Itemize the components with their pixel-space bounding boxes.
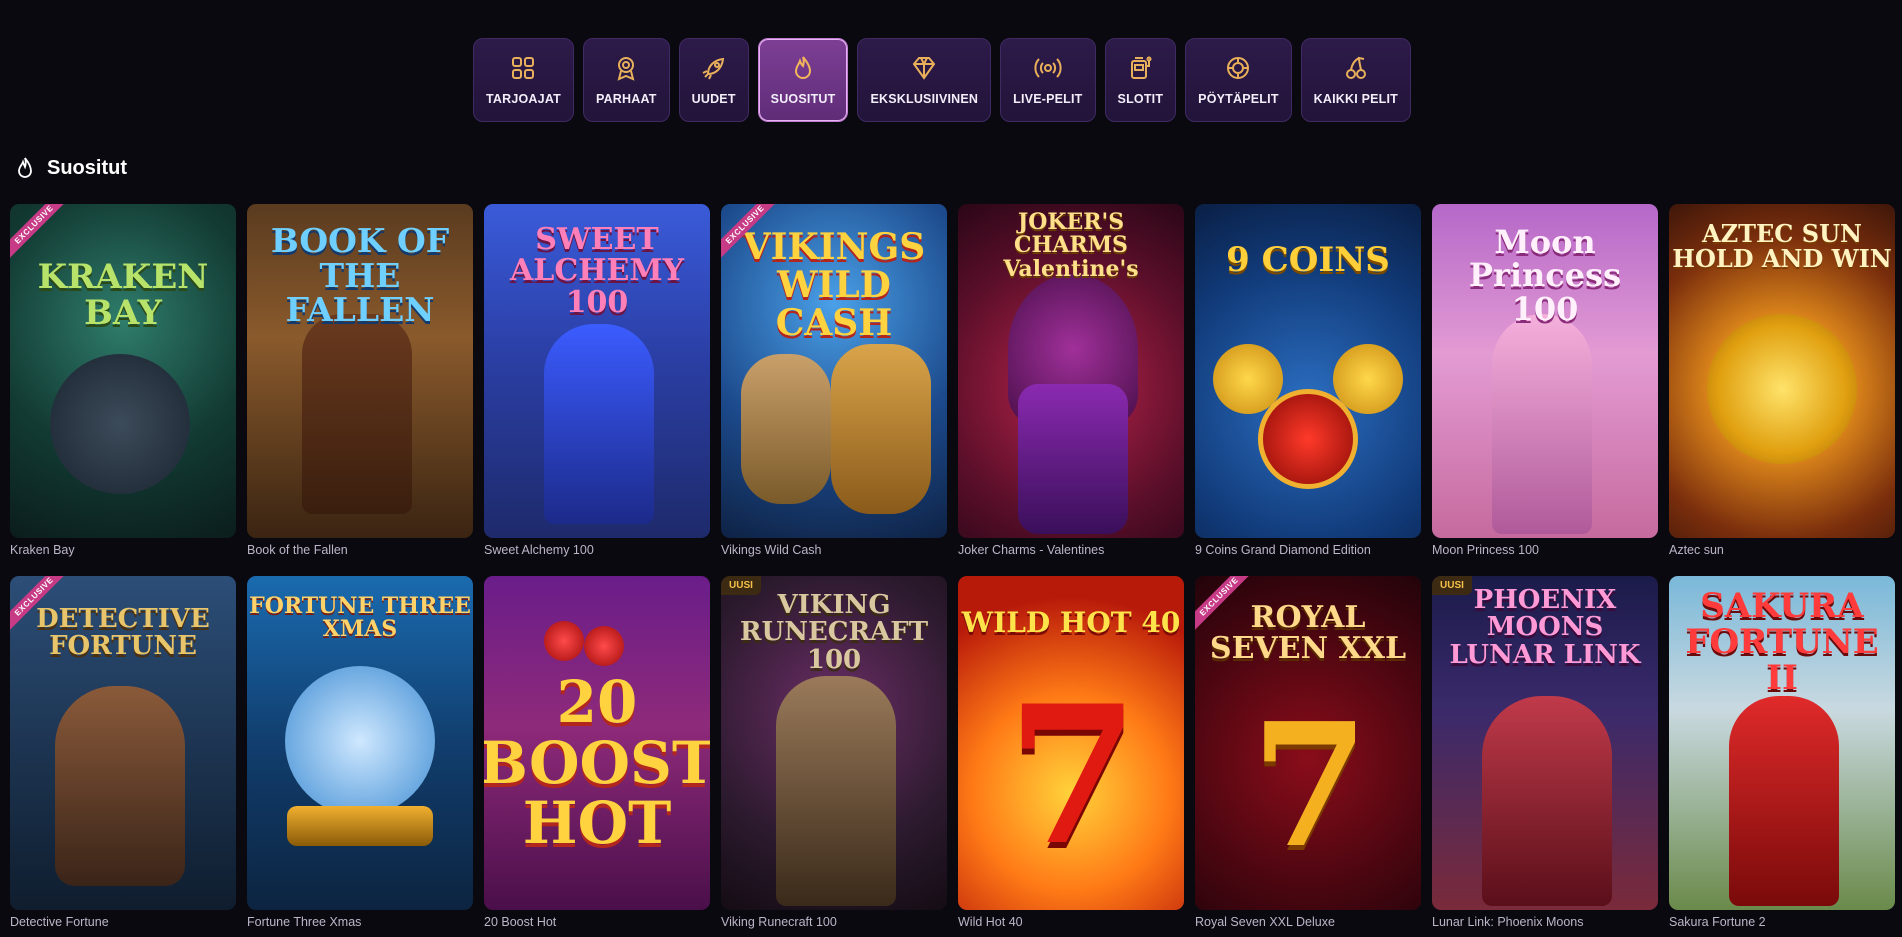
cherries-icon [1345, 56, 1366, 79]
tab-label: PÖYTÄPELIT [1198, 92, 1279, 106]
game-name: Joker Charms - Valentines [958, 543, 1105, 557]
tab-slotit[interactable]: SLOTIT [1104, 38, 1177, 122]
game-thumbnail[interactable]: VIKINGS WILD CASH EXCLUSIVE [721, 204, 947, 538]
tab-label: PARHAAT [595, 92, 657, 106]
section-header: Suositut [14, 156, 127, 180]
game-art-title: FORTUNE THREE XMAS [249, 592, 471, 642]
game-art-title: KRAKEN BAY [37, 257, 209, 333]
game-thumbnail[interactable]: Moon Princess 100 [1432, 204, 1658, 538]
game-art-title: Moon Princess 100 [1468, 222, 1622, 328]
section-title: Suositut [47, 156, 127, 179]
game-art-title: DETECTIVE FORTUNE [36, 603, 210, 661]
tab-label: EKSKLUSIIVINEN [870, 92, 979, 106]
game-art-title: PHOENIX MOONS LUNAR LINK [1449, 585, 1641, 670]
game-name: Wild Hot 40 [958, 915, 1023, 929]
award-icon [617, 57, 635, 81]
game-card[interactable]: ROYAL SEVEN XXL 7 EXCLUSIVE Royal Seven … [1195, 576, 1421, 929]
broadcast-icon [1034, 58, 1062, 78]
game-thumbnail[interactable]: FORTUNE THREE XMAS [247, 576, 473, 910]
game-card[interactable]: PHOENIX MOONS LUNAR LINK UUSI Lunar Link… [1432, 576, 1658, 929]
game-thumbnail[interactable]: SWEET ALCHEMY 100 [484, 204, 710, 538]
rocket-icon [702, 57, 724, 80]
seven-symbol: 7 [1250, 686, 1370, 886]
game-card[interactable]: VIKING RUNECRAFT 100 UUSI Viking Runecra… [721, 576, 947, 929]
flame-icon [795, 56, 812, 79]
game-name: Royal Seven XXL Deluxe [1195, 915, 1335, 929]
game-card[interactable]: 9 COINS 9 Coins Grand Diamond Edition [1195, 204, 1421, 557]
game-thumbnail[interactable]: AZTEC SUN HOLD AND WIN [1669, 204, 1895, 538]
game-card[interactable]: AZTEC SUN HOLD AND WIN Aztec sun [1669, 204, 1895, 557]
tab-parhaat[interactable]: PARHAAT [582, 38, 670, 122]
tab-eksklusiivinen[interactable]: EKSKLUSIIVINEN [857, 38, 992, 122]
game-thumbnail[interactable]: KRAKEN BAY EXCLUSIVE [10, 204, 236, 538]
game-art-title: AZTEC SUN HOLD AND WIN [1672, 218, 1892, 273]
game-card[interactable]: VIKINGS WILD CASH EXCLUSIVE Vikings Wild… [721, 204, 947, 557]
new-badge: UUSI [721, 576, 761, 595]
game-card[interactable]: SWEET ALCHEMY 100 Sweet Alchemy 100 [484, 204, 710, 557]
game-art-title: 9 COINS [1226, 240, 1390, 281]
game-card[interactable]: BOOK OF THE FALLEN Book of the Fallen [247, 204, 473, 557]
game-art-title: 20 BOOST HOT [484, 667, 710, 858]
game-card[interactable]: KRAKEN BAY EXCLUSIVE Kraken Bay [10, 204, 236, 557]
game-card[interactable]: JOKER'S CHARMS Valentine's Joker Charms … [958, 204, 1184, 557]
game-thumbnail[interactable]: ROYAL SEVEN XXL 7 EXCLUSIVE [1195, 576, 1421, 910]
game-name: Aztec sun [1669, 543, 1724, 557]
game-thumbnail[interactable]: PHOENIX MOONS LUNAR LINK UUSI [1432, 576, 1658, 910]
game-name: Fortune Three Xmas [247, 915, 362, 929]
seven-symbol: 7 [1006, 664, 1140, 887]
game-thumbnail[interactable]: JOKER'S CHARMS Valentine's [958, 204, 1184, 538]
game-card[interactable]: SAKURA FORTUNE II Sakura Fortune 2 [1669, 576, 1895, 929]
grid-icon [512, 57, 535, 79]
game-art-title: VIKINGS WILD CASH [742, 226, 926, 344]
game-name: Moon Princess 100 [1432, 543, 1540, 557]
game-name: Book of the Fallen [247, 543, 348, 557]
tab-label: SUOSITUT [770, 92, 836, 106]
tab-label: SLOTIT [1117, 92, 1164, 106]
game-name: Lunar Link: Phoenix Moons [1432, 915, 1584, 929]
tab-tarjoajat[interactable]: TARJOAJAT [473, 38, 574, 122]
chip-icon [1227, 57, 1250, 79]
tab-label: LIVE-PELIT [1013, 92, 1083, 106]
category-tabs: TARJOAJAT PARHAAT UUDET SUOSITUT EKSKLUS… [473, 38, 1412, 122]
flame-icon [18, 157, 32, 178]
game-card[interactable]: DETECTIVE FORTUNE EXCLUSIVE Detective Fo… [10, 576, 236, 929]
game-name: Kraken Bay [10, 543, 75, 557]
game-art-title: VIKING RUNECRAFT 100 [739, 590, 929, 675]
game-card[interactable]: 20 BOOST HOT 20 Boost Hot [484, 576, 710, 929]
game-thumbnail[interactable]: 9 COINS [1195, 204, 1421, 538]
game-name: 20 Boost Hot [484, 915, 557, 929]
game-grid: KRAKEN BAY EXCLUSIVE Kraken Bay BOOK OF … [10, 204, 1895, 929]
games-page: TARJOAJAT PARHAAT UUDET SUOSITUT EKSKLUS… [0, 0, 1902, 937]
tab-suositut[interactable]: SUOSITUT [757, 38, 849, 122]
game-name: Sweet Alchemy 100 [484, 543, 594, 557]
diamond-icon [913, 57, 936, 80]
game-art-title: SAKURA FORTUNE II [1685, 586, 1879, 698]
game-thumbnail[interactable]: 20 BOOST HOT [484, 576, 710, 910]
game-name: 9 Coins Grand Diamond Edition [1195, 543, 1371, 557]
tab-uudet[interactable]: UUDET [678, 38, 749, 122]
game-name: Viking Runecraft 100 [721, 915, 837, 929]
tab-poytapelit[interactable]: PÖYTÄPELIT [1185, 38, 1292, 122]
tab-label: TARJOAJAT [486, 92, 561, 106]
game-art-title: SWEET ALCHEMY 100 [509, 221, 685, 320]
game-name: Sakura Fortune 2 [1669, 915, 1766, 929]
tab-label: KAIKKI PELIT [1313, 92, 1399, 106]
game-thumbnail[interactable]: WILD HOT 40 7 [958, 576, 1184, 910]
game-thumbnail[interactable]: DETECTIVE FORTUNE EXCLUSIVE [10, 576, 236, 910]
game-card[interactable]: Moon Princess 100 Moon Princess 100 [1432, 204, 1658, 557]
tab-label: UUDET [691, 92, 736, 106]
game-card[interactable]: WILD HOT 40 7 Wild Hot 40 [958, 576, 1184, 929]
slot-machine-icon [1131, 56, 1152, 79]
game-thumbnail[interactable]: VIKING RUNECRAFT 100 UUSI [721, 576, 947, 910]
game-name: Vikings Wild Cash [721, 543, 822, 557]
new-badge: UUSI [1432, 576, 1472, 595]
game-card[interactable]: FORTUNE THREE XMAS Fortune Three Xmas [247, 576, 473, 929]
game-art-title: BOOK OF THE FALLEN [270, 221, 450, 330]
game-thumbnail[interactable]: SAKURA FORTUNE II [1669, 576, 1895, 910]
game-thumbnail[interactable]: BOOK OF THE FALLEN [247, 204, 473, 538]
game-art-title: JOKER'S CHARMS Valentine's [1003, 209, 1139, 282]
tab-live-pelit[interactable]: LIVE-PELIT [1000, 38, 1096, 122]
game-name: Detective Fortune [10, 915, 109, 929]
tab-kaikki-pelit[interactable]: KAIKKI PELIT [1300, 38, 1412, 122]
